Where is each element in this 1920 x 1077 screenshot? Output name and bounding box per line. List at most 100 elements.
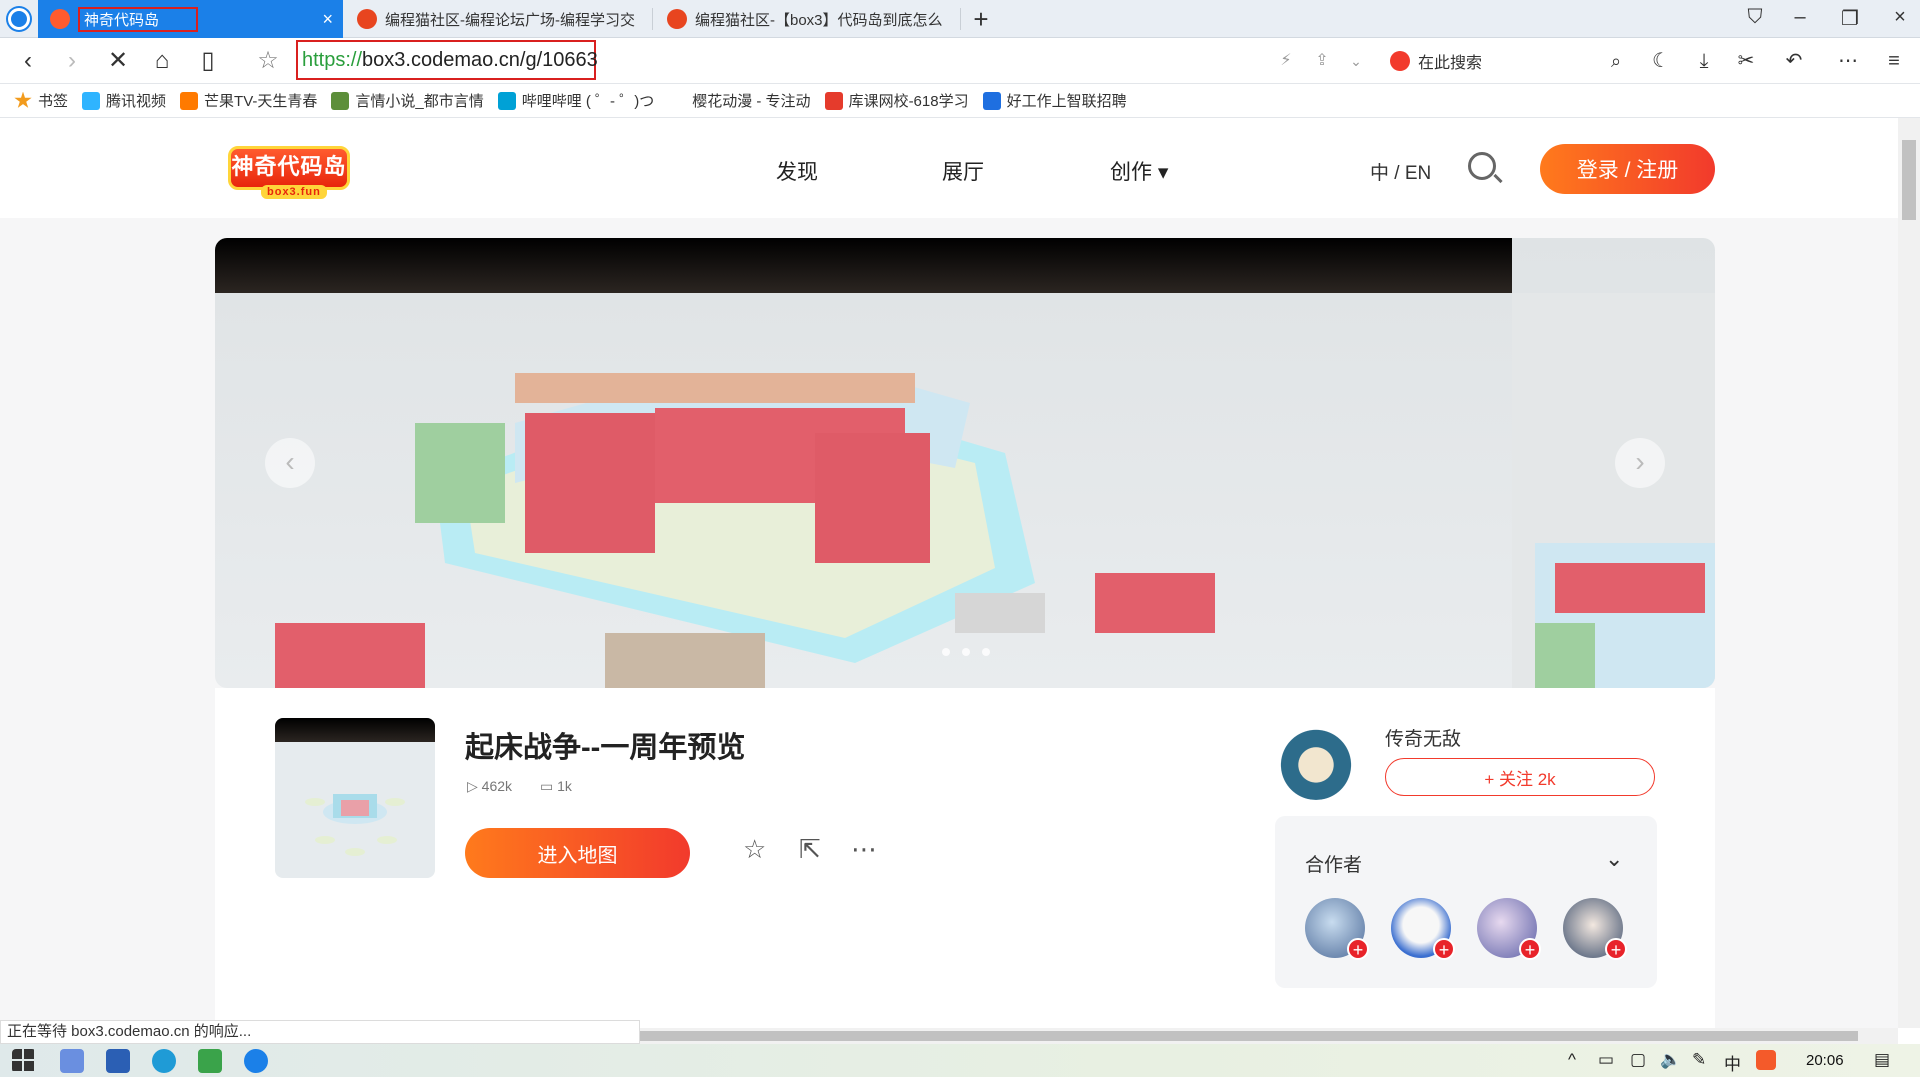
- chevron-up-icon[interactable]: ^: [1568, 1050, 1576, 1070]
- banner-carousel[interactable]: ‹ ›: [215, 238, 1715, 688]
- banner-top-strip: [215, 238, 1512, 293]
- favorite-star-icon[interactable]: ☆: [743, 834, 766, 865]
- chevron-down-icon[interactable]: ⌄: [1340, 46, 1372, 76]
- follow-button[interactable]: + 关注 2k: [1385, 758, 1655, 796]
- bookmark-label: 腾讯视频: [106, 93, 167, 110]
- address-bar[interactable]: https:// box3.codemao.cn/g/10663: [296, 40, 598, 80]
- tab-divider: [652, 8, 653, 30]
- vertical-scrollbar[interactable]: [1898, 118, 1920, 1028]
- logo-text: 神奇代码岛: [231, 154, 347, 179]
- volume-icon[interactable]: 🔈: [1660, 1050, 1681, 1070]
- bookmark-label: 好工作上智联招聘: [1006, 93, 1127, 110]
- collaborator-avatar[interactable]: +: [1477, 898, 1541, 960]
- app-icon[interactable]: [198, 1049, 222, 1073]
- more-icon[interactable]: ⋯: [1832, 46, 1864, 76]
- ime-icon[interactable]: 中: [1724, 1050, 1741, 1075]
- skin-icon[interactable]: ⛉: [1740, 6, 1770, 29]
- share-icon[interactable]: ⇱: [799, 834, 821, 865]
- more-options-icon[interactable]: ⋯: [851, 834, 877, 865]
- reading-mode-icon[interactable]: ▯: [192, 46, 224, 76]
- clock[interactable]: 20:06: [1806, 1052, 1844, 1069]
- chevron-down-icon[interactable]: ⌄: [1605, 846, 1623, 872]
- lightning-icon[interactable]: ⚡: [1270, 46, 1302, 76]
- browser-tab-bar: 神奇代码岛 × 编程猫社区-编程论坛广场-编程学习交 编程猫社区-【box3】代…: [0, 0, 1920, 38]
- notification-icon[interactable]: ▤: [1874, 1050, 1890, 1070]
- enter-map-button[interactable]: 进入地图: [465, 828, 690, 878]
- bookmark-item[interactable]: 樱花动漫 - 专注动: [668, 90, 811, 111]
- add-icon[interactable]: +: [1605, 938, 1627, 960]
- share-icon[interactable]: ⇪: [1306, 46, 1338, 76]
- tab-active[interactable]: 神奇代码岛 ×: [38, 0, 343, 38]
- pen-icon[interactable]: ✎: [1692, 1050, 1706, 1070]
- bookmark-item[interactable]: 库课网校-618学习: [824, 90, 969, 111]
- author-avatar[interactable]: [1277, 722, 1355, 800]
- back-icon[interactable]: ‹: [12, 46, 44, 76]
- carousel-dot[interactable]: [962, 648, 970, 656]
- windows-start-icon[interactable]: [12, 1049, 36, 1073]
- nav-discover[interactable]: 发现: [776, 156, 818, 186]
- bookmark-star-icon[interactable]: ☆: [252, 46, 284, 76]
- undo-icon[interactable]: ↶: [1778, 46, 1810, 76]
- scrollbar-thumb[interactable]: [640, 1031, 1858, 1041]
- status-bar-text: 正在等待 box3.codemao.cn 的响应...: [0, 1020, 640, 1044]
- bookmark-item[interactable]: 哔哩哔哩 ( ゜- ゜)つ: [497, 90, 654, 111]
- views-stat: ▷ 462k: [467, 778, 512, 795]
- word-icon[interactable]: [106, 1049, 130, 1073]
- bilibili-icon: [497, 91, 516, 110]
- nav-gallery[interactable]: 展厅: [942, 156, 984, 186]
- carousel-next-button[interactable]: ›: [1615, 438, 1665, 488]
- tab-2[interactable]: 编程猫社区-编程论坛广场-编程学习交: [345, 0, 650, 38]
- forward-icon[interactable]: ›: [56, 46, 88, 76]
- bookmark-item[interactable]: 好工作上智联招聘: [982, 90, 1127, 111]
- author-name[interactable]: 传奇无敌: [1385, 724, 1461, 751]
- battery-icon[interactable]: ▭: [1598, 1050, 1614, 1070]
- bookmark-item[interactable]: 芒果TV-天生青春: [180, 90, 317, 111]
- restore-icon[interactable]: ❐: [1835, 6, 1865, 31]
- screenshot-icon[interactable]: ✂: [1730, 46, 1762, 76]
- bookmark-item[interactable]: 言情小说_都市言情: [331, 90, 484, 111]
- night-mode-icon[interactable]: ☾: [1645, 46, 1677, 76]
- collaborator-avatar[interactable]: +: [1391, 898, 1455, 960]
- stop-icon[interactable]: ✕: [102, 46, 134, 76]
- minimize-icon[interactable]: –: [1785, 6, 1815, 29]
- network-icon[interactable]: ▢: [1630, 1050, 1646, 1070]
- tab-3[interactable]: 编程猫社区-【box3】代码岛到底怎么: [655, 0, 960, 38]
- edge-icon[interactable]: [152, 1049, 176, 1073]
- logo-sub: box3.fun: [261, 185, 327, 199]
- collaborators-panel: 合作者 ⌄ + + + +: [1275, 816, 1657, 988]
- search-icon[interactable]: ⌕: [1600, 46, 1632, 76]
- carousel-dot[interactable]: [942, 648, 950, 656]
- language-switch[interactable]: 中 / EN: [1370, 158, 1431, 185]
- bookmark-item[interactable]: 书签: [14, 90, 68, 111]
- carousel-dot[interactable]: [982, 648, 990, 656]
- close-tab-icon[interactable]: ×: [322, 9, 333, 30]
- add-icon[interactable]: +: [1433, 938, 1455, 960]
- nav-create[interactable]: 创作 ▾: [1110, 156, 1168, 186]
- collaborator-avatar[interactable]: +: [1305, 898, 1369, 960]
- anime-icon: [668, 91, 687, 110]
- add-icon[interactable]: +: [1519, 938, 1541, 960]
- collaborator-avatar[interactable]: +: [1563, 898, 1627, 960]
- sogou-icon[interactable]: [1756, 1050, 1776, 1070]
- bookmark-item[interactable]: 腾讯视频: [82, 90, 166, 111]
- download-icon[interactable]: ⤓: [1688, 46, 1720, 76]
- menu-icon[interactable]: ≡: [1878, 46, 1910, 76]
- new-tab-button[interactable]: +: [966, 4, 996, 35]
- search-icon[interactable]: [1468, 152, 1496, 180]
- app-icon[interactable]: [60, 1049, 84, 1073]
- home-icon[interactable]: ⌂: [146, 46, 178, 76]
- login-button[interactable]: 登录 / 注册: [1540, 144, 1715, 194]
- scrollbar-thumb[interactable]: [1902, 140, 1916, 220]
- close-window-icon[interactable]: ×: [1885, 6, 1915, 29]
- add-icon[interactable]: +: [1347, 938, 1369, 960]
- browser-logo-icon[interactable]: [8, 8, 30, 30]
- comment-icon: ▭: [540, 778, 558, 794]
- carousel-prev-button[interactable]: ‹: [265, 438, 315, 488]
- zhilian-icon: [982, 91, 1001, 110]
- search-box[interactable]: 在此搜索: [1390, 46, 1630, 76]
- banner-island-illustration: [275, 293, 1715, 688]
- site-logo[interactable]: 神奇代码岛 box3.fun: [228, 146, 350, 199]
- browser-taskbar-icon[interactable]: [244, 1049, 268, 1073]
- bookmarks-bar: 书签 腾讯视频 芒果TV-天生青春 言情小说_都市言情 哔哩哔哩 ( ゜- ゜)…: [0, 84, 1920, 118]
- url-host: box3.codemao.cn/g/10663: [362, 48, 598, 71]
